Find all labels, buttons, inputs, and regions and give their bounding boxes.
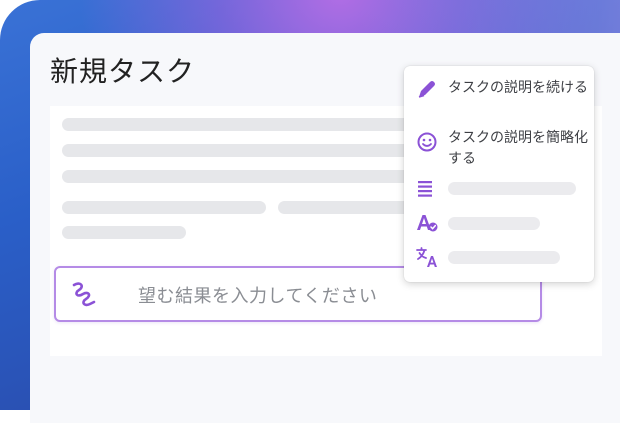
- menu-item-placeholder: [448, 217, 540, 230]
- menu-item-label: タスクの説明を簡略化する: [448, 130, 588, 167]
- translate-icon: [416, 247, 437, 267]
- prompt-placeholder: 望む結果を入力してください: [138, 286, 378, 307]
- menu-item-placeholder: [448, 182, 576, 195]
- menu-item-continue-description[interactable]: タスクの説明を続ける: [416, 78, 588, 120]
- page-title: 新規タスク: [50, 55, 196, 88]
- spellcheck-icon: [417, 215, 438, 232]
- text-placeholder-line: [62, 226, 186, 239]
- pen-icon: [418, 81, 435, 98]
- smiley-icon: [417, 132, 437, 152]
- menu-item-label: タスクの説明を続ける: [448, 80, 588, 96]
- text-lines-icon: [418, 181, 432, 197]
- ai-actions-menu: タスクの説明を続ける タスクの説明を簡略化する: [404, 66, 594, 282]
- menu-item-spellcheck[interactable]: [416, 212, 586, 234]
- menu-item-simplify-description[interactable]: タスクの説明を簡略化する: [416, 128, 588, 170]
- text-placeholder-line: [62, 201, 266, 214]
- wand-scribble-icon: [72, 282, 96, 307]
- menu-item-format[interactable]: [416, 178, 586, 200]
- menu-item-translate[interactable]: [416, 246, 586, 268]
- menu-item-placeholder: [448, 251, 560, 264]
